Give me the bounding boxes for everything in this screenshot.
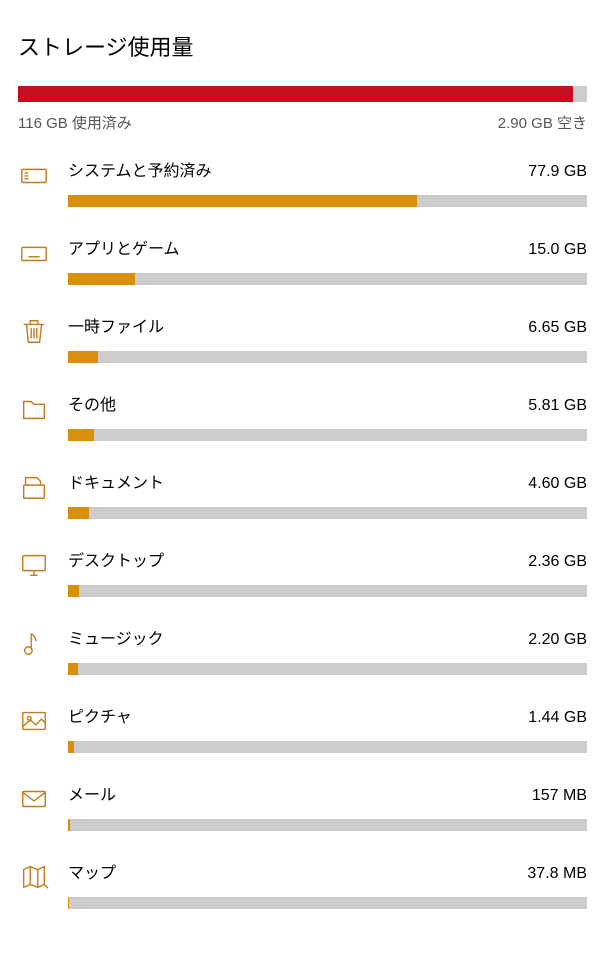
category-fill [68, 741, 74, 753]
category-list: システムと予約済み 77.9 GB アプリとゲーム 15.0 GB 一時ファイル 6.65… [18, 157, 587, 909]
total-usage-fill [18, 86, 573, 102]
mail-icon [18, 783, 50, 815]
category-size: 157 MB [532, 787, 587, 805]
category-name: マップ [68, 859, 116, 883]
category-body: システムと予約済み 77.9 GB [68, 157, 587, 207]
document-icon [18, 471, 50, 503]
category-body: メール 157 MB [68, 781, 587, 831]
category-body: アプリとゲーム 15.0 GB [68, 235, 587, 285]
category-mail[interactable]: メール 157 MB [18, 781, 587, 831]
category-name: デスクトップ [68, 547, 164, 571]
category-body: ピクチャ 1.44 GB [68, 703, 587, 753]
category-fill [68, 351, 98, 363]
category-fill [68, 429, 94, 441]
category-size: 15.0 GB [528, 241, 587, 259]
category-name: 一時ファイル [68, 313, 164, 337]
map-icon [18, 861, 50, 893]
free-label: 2.90 GB 空き [498, 112, 587, 133]
category-system[interactable]: システムと予約済み 77.9 GB [18, 157, 587, 207]
category-bar [68, 585, 587, 597]
category-bar [68, 195, 587, 207]
category-size: 77.9 GB [528, 163, 587, 181]
category-body: その他 5.81 GB [68, 391, 587, 441]
total-labels: 116 GB 使用済み 2.90 GB 空き [18, 112, 587, 133]
category-bar [68, 429, 587, 441]
category-bar [68, 819, 587, 831]
category-music[interactable]: ミュージック 2.20 GB [18, 625, 587, 675]
system-icon [18, 159, 50, 191]
image-icon [18, 705, 50, 737]
category-fill [68, 819, 70, 831]
category-maps[interactable]: マップ 37.8 MB [18, 859, 587, 909]
category-fill [68, 897, 69, 909]
category-size: 4.60 GB [528, 475, 587, 493]
category-fill [68, 507, 89, 519]
page-title: ストレージ使用量 [18, 30, 587, 62]
category-size: 6.65 GB [528, 319, 587, 337]
category-fill [68, 663, 78, 675]
category-fill [68, 195, 417, 207]
category-name: ピクチャ [68, 703, 132, 727]
category-size: 1.44 GB [528, 709, 587, 727]
category-name: システムと予約済み [68, 157, 212, 181]
category-name: その他 [68, 391, 116, 415]
music-icon [18, 627, 50, 659]
category-bar [68, 897, 587, 909]
total-usage-bar [18, 86, 587, 102]
trash-icon [18, 315, 50, 347]
keyboard-icon [18, 237, 50, 269]
category-docs[interactable]: ドキュメント 4.60 GB [18, 469, 587, 519]
category-name: アプリとゲーム [68, 235, 180, 259]
category-body: ドキュメント 4.60 GB [68, 469, 587, 519]
category-body: ミュージック 2.20 GB [68, 625, 587, 675]
category-body: デスクトップ 2.36 GB [68, 547, 587, 597]
category-desktop[interactable]: デスクトップ 2.36 GB [18, 547, 587, 597]
category-temp[interactable]: 一時ファイル 6.65 GB [18, 313, 587, 363]
desktop-icon [18, 549, 50, 581]
category-size: 2.36 GB [528, 553, 587, 571]
category-bar [68, 663, 587, 675]
category-bar [68, 351, 587, 363]
used-label: 116 GB 使用済み [18, 112, 132, 133]
category-size: 37.8 MB [527, 865, 587, 883]
category-bar [68, 507, 587, 519]
category-size: 5.81 GB [528, 397, 587, 415]
category-name: ドキュメント [68, 469, 164, 493]
category-size: 2.20 GB [528, 631, 587, 649]
category-apps[interactable]: アプリとゲーム 15.0 GB [18, 235, 587, 285]
category-other[interactable]: その他 5.81 GB [18, 391, 587, 441]
category-bar [68, 273, 587, 285]
category-body: マップ 37.8 MB [68, 859, 587, 909]
category-bar [68, 741, 587, 753]
category-fill [68, 273, 135, 285]
folder-icon [18, 393, 50, 425]
category-body: 一時ファイル 6.65 GB [68, 313, 587, 363]
category-pictures[interactable]: ピクチャ 1.44 GB [18, 703, 587, 753]
category-name: ミュージック [68, 625, 164, 649]
category-fill [68, 585, 79, 597]
category-name: メール [68, 781, 116, 805]
